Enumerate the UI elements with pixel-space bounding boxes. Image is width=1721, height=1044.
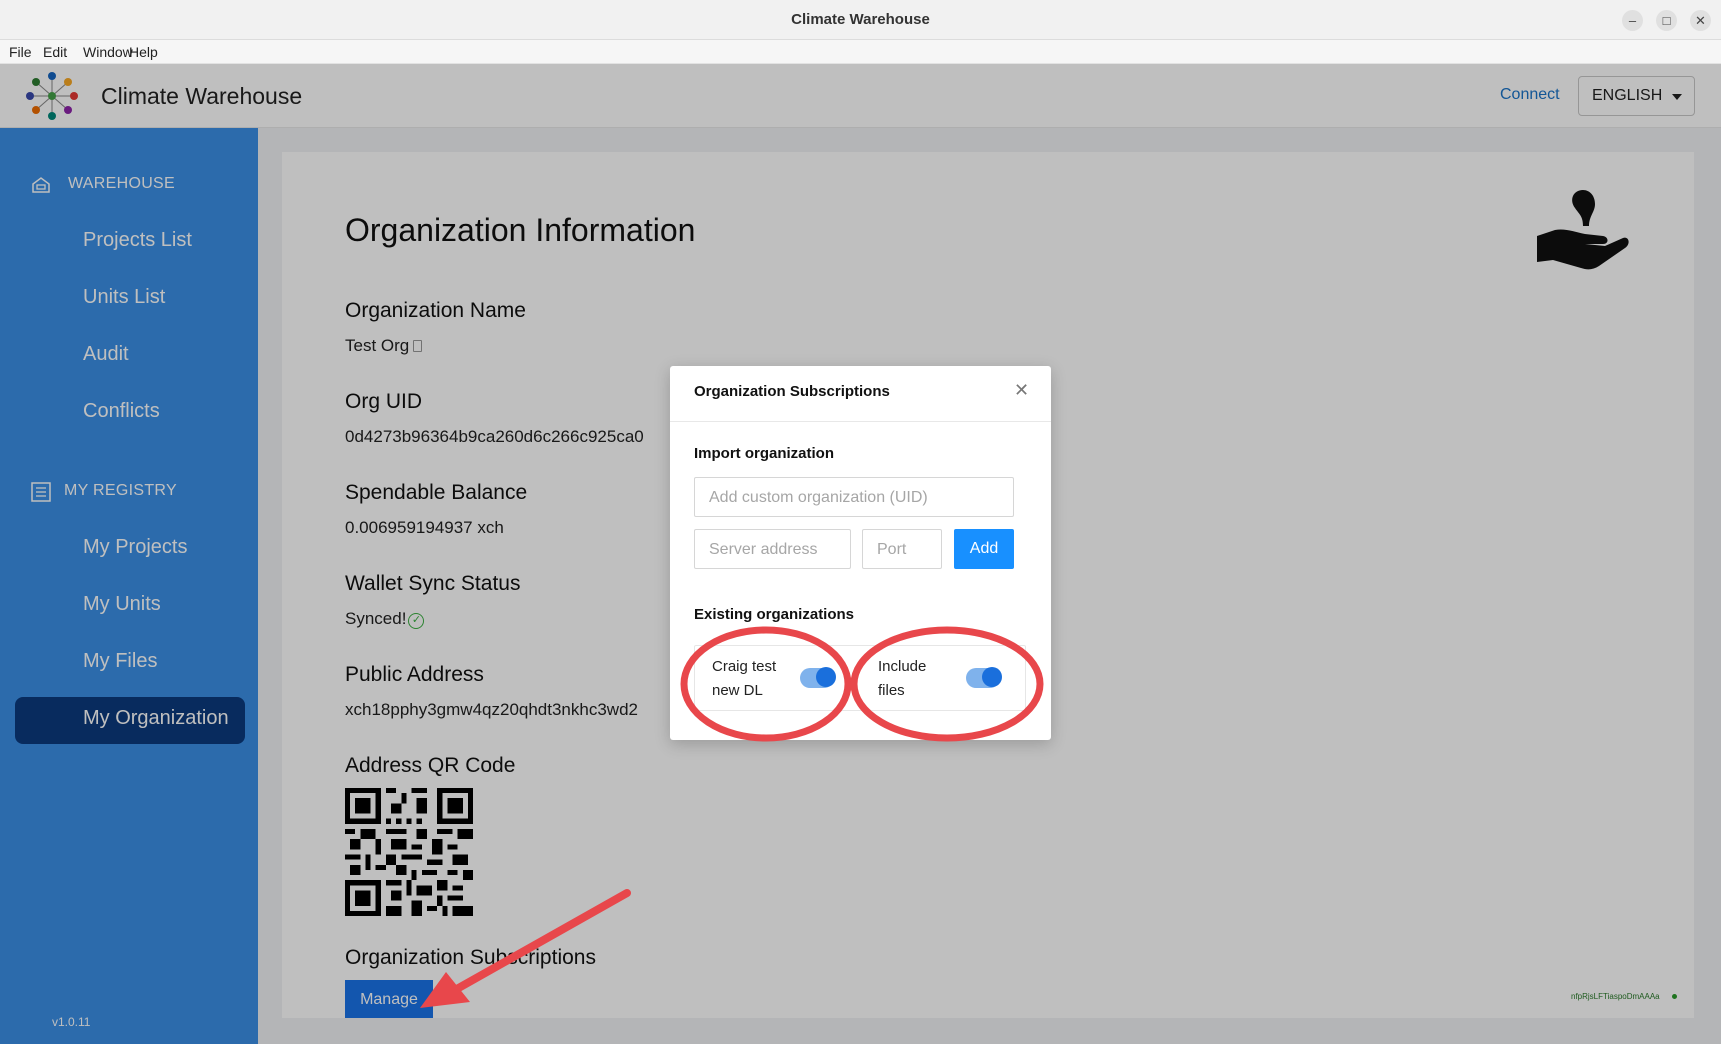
toggle-knob [982, 667, 1002, 687]
modal-title: Organization Subscriptions [694, 383, 890, 400]
toggle-knob [816, 667, 836, 687]
close-icon[interactable]: ✕ [1690, 10, 1711, 31]
organization-name-line1: Craig test [712, 658, 777, 675]
window-title: Climate Warehouse [791, 11, 930, 28]
organization-name: Craig test new DL [712, 655, 776, 703]
subscribe-toggle[interactable] [800, 667, 836, 688]
include-files-line2: files [878, 682, 905, 699]
menubar: File Edit Window Help [0, 40, 1721, 64]
window-titlebar: Climate Warehouse – □ ✕ [0, 0, 1721, 40]
minimize-icon[interactable]: – [1622, 10, 1643, 31]
menu-window[interactable]: Window [83, 44, 133, 60]
menu-file[interactable]: File [9, 44, 32, 60]
existing-organizations-heading: Existing organizations [694, 606, 855, 623]
include-files-line1: Include [878, 658, 927, 675]
maximize-icon[interactable]: □ [1656, 10, 1677, 31]
include-files-label: Include files [878, 655, 926, 703]
menu-help[interactable]: Help [129, 44, 158, 60]
modal-divider [670, 421, 1051, 422]
port-input[interactable]: Port [862, 529, 942, 569]
server-address-input[interactable]: Server address [694, 529, 851, 569]
include-files-toggle[interactable] [966, 667, 1002, 688]
organization-name-line2: new DL [712, 682, 763, 699]
existing-organization-row: Craig test new DL Include files [694, 645, 1026, 711]
import-organization-heading: Import organization [694, 445, 834, 462]
custom-org-uid-input[interactable]: Add custom organization (UID) [694, 477, 1014, 517]
organization-subscriptions-modal: Organization Subscriptions ✕ Import orga… [670, 366, 1051, 740]
add-organization-button[interactable]: Add [954, 529, 1014, 569]
close-icon[interactable]: ✕ [1014, 380, 1029, 401]
menu-edit[interactable]: Edit [43, 44, 67, 60]
